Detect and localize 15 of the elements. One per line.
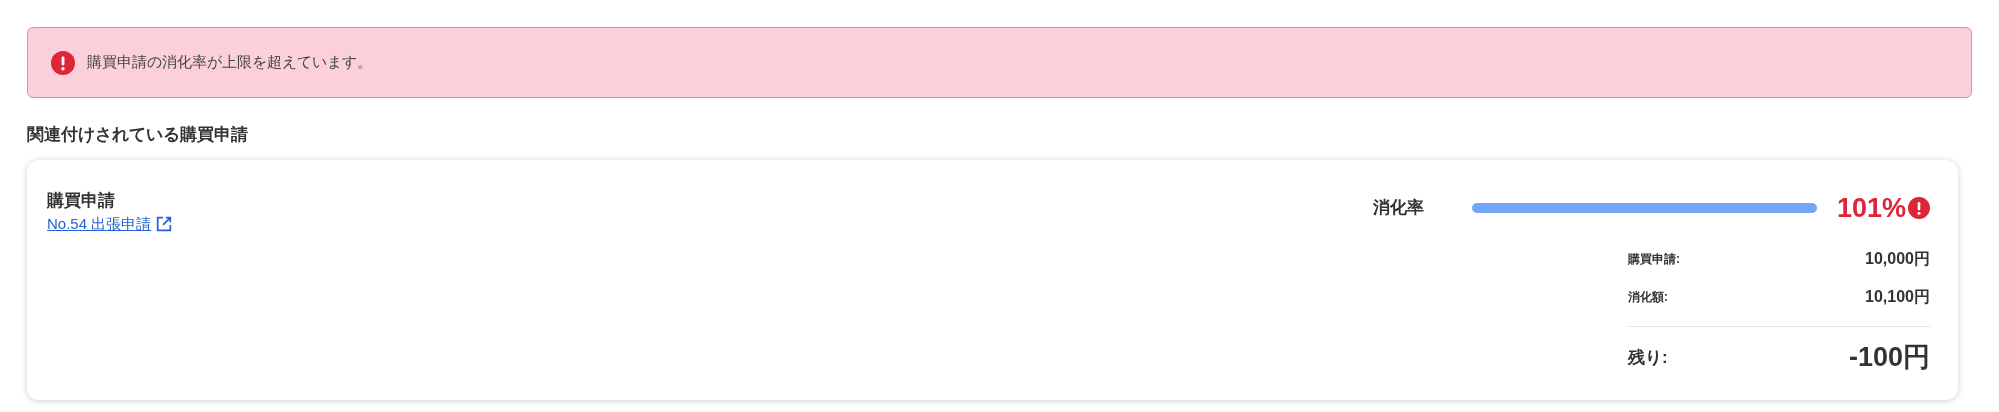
rate-label: 消化率 xyxy=(1372,197,1425,219)
external-link-icon xyxy=(155,215,174,234)
summary-label: 残り: xyxy=(1628,346,1668,369)
summary-value: 10,100円 xyxy=(1865,287,1930,307)
card-title: 購買申請 xyxy=(47,189,116,212)
summary-label: 消化額: xyxy=(1628,289,1668,306)
warning-icon xyxy=(1908,196,1930,219)
request-link[interactable]: No.54 出張申請 xyxy=(47,213,174,236)
error-icon xyxy=(51,50,75,75)
section-title: 関連付けされている購買申請 xyxy=(27,124,249,146)
summary-label: 購買申請: xyxy=(1628,251,1680,268)
summary-value: 10,000円 xyxy=(1865,249,1930,269)
alert-message: 購買申請の消化率が上限を超えています。 xyxy=(87,52,372,73)
summary-value: -100円 xyxy=(1848,341,1930,374)
rate-value: 101% xyxy=(1836,191,1906,225)
